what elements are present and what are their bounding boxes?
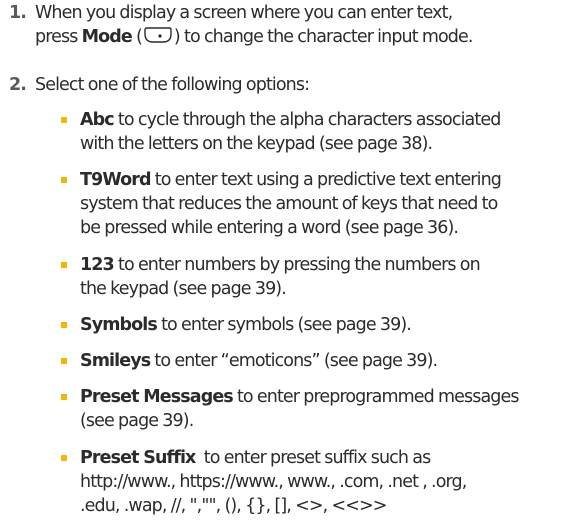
option-text: Preset Messages to enter preprogrammed m… — [80, 387, 519, 431]
mode-key-label: Mode — [81, 27, 133, 47]
bullet-marker — [61, 117, 67, 123]
mode-key-icon — [144, 27, 172, 43]
option-text: Abc to cycle through the alpha character… — [80, 110, 501, 154]
step-1: 1. When you display a screen where you c… — [0, 1, 577, 49]
option-term: Symbols — [80, 315, 158, 335]
option-term: Abc — [80, 110, 115, 130]
bullet-marker — [61, 394, 67, 400]
option-term: T9Word — [80, 170, 151, 190]
bullet-marker — [61, 177, 67, 183]
step-number: 2. — [9, 75, 27, 95]
option-term: Preset Suffix — [80, 448, 196, 468]
option-text: 123 to enter numbers by pressing the num… — [80, 255, 481, 299]
bullet-marker — [61, 358, 67, 364]
option-text: Symbols to enter symbols (see page 39). — [80, 315, 412, 335]
step-text: When you display a screen where you can … — [35, 1, 575, 49]
option-text: Smileys to enter “emoticons” (see page 3… — [80, 351, 438, 371]
bullet-marker — [61, 262, 67, 268]
step-line: press Mode () to change the character in… — [35, 27, 473, 47]
option-term: Preset Messages — [80, 387, 234, 407]
option-text: T9Word to enter text using a predictive … — [80, 170, 502, 238]
step-text: Select one of the following options: — [35, 75, 310, 95]
step-number: 1. — [9, 3, 27, 23]
step-line: When you display a screen where you can … — [35, 3, 453, 23]
step-2: 2. Select one of the following options: — [0, 73, 577, 97]
option-term: Smileys — [80, 351, 151, 371]
bullet-marker — [61, 455, 67, 461]
option-text: Preset Suffix to enter preset suffix suc… — [80, 448, 467, 516]
bullet-marker — [61, 322, 67, 328]
option-term: 123 — [80, 255, 115, 275]
